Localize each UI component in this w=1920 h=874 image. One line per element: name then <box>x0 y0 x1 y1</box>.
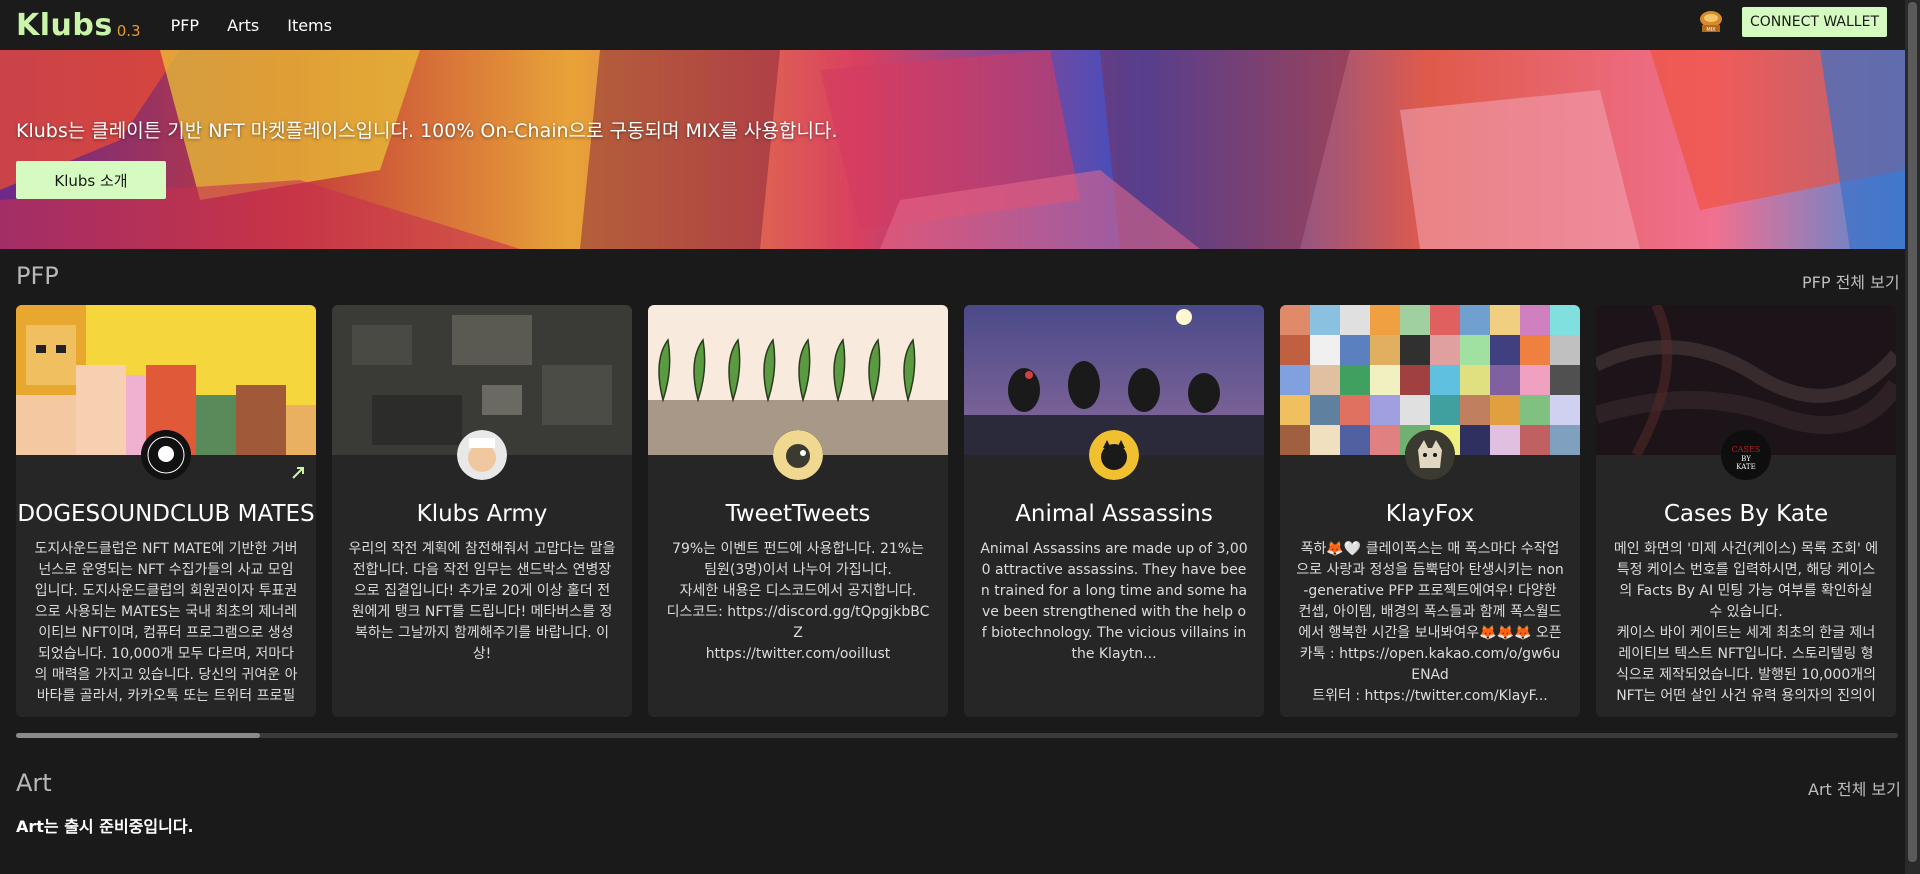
nav-pfp[interactable]: PFP <box>171 16 200 35</box>
klubs-intro-button[interactable]: Klubs 소개 <box>16 161 166 199</box>
card-title: Cases By Kate <box>1663 501 1829 527</box>
pfp-card-dogesoundclub[interactable]: DOGESOUNDCLUB MATES 도지사운드클럽은 NFT MATE에 기… <box>16 305 316 717</box>
connect-wallet-button[interactable]: CONNECT WALLET <box>1741 7 1887 37</box>
page-vertical-scrollbar[interactable] <box>1905 0 1920 874</box>
card-description: 메인 화면의 '미제 사건(케이스) 목록 조회' 에 특정 케이스 번호를 입… <box>1613 541 1879 704</box>
pfp-card-klubs-army[interactable]: Klubs Army 우리의 작전 계획에 참전해줘서 고맙다는 말을 전합니다… <box>332 305 632 717</box>
svg-text:BY: BY <box>1741 455 1751 463</box>
nav-items[interactable]: Items <box>287 16 332 35</box>
svg-text:MIX: MIX <box>1706 27 1716 33</box>
card-title: Animal Assassins <box>1015 501 1213 527</box>
card-title: KlayFox <box>1385 501 1475 527</box>
top-navigation-bar: Klubs 0.3 PFP Arts Items MIX CONNECT WAL… <box>0 0 1905 50</box>
nav-arts[interactable]: Arts <box>227 16 259 35</box>
art-section-title: Art <box>16 769 52 797</box>
card-description: 도지사운드클럽은 NFT MATE에 기반한 거버넌스로 운영되는 NFT 수집… <box>34 541 298 704</box>
animal-assassins-avatar <box>1089 430 1139 480</box>
page-scrollbar-thumb[interactable] <box>1908 2 1917 862</box>
mix-token-icon[interactable]: MIX <box>1696 7 1726 37</box>
card-description: 폭하🦊🤍 클레이폭스는 매 폭스마다 수작업으로 사랑과 정성을 듬뿍담아 탄생… <box>1296 541 1564 704</box>
pfp-card-animal-assassins[interactable]: Animal Assassins Animal Assassins are ma… <box>964 305 1264 717</box>
banner-artwork <box>0 50 1905 249</box>
card-description: 우리의 작전 계획에 참전해줘서 고맙다는 말을 전합니다. 다음 작전 임무는… <box>348 541 616 662</box>
card-title: Klubs Army <box>416 501 548 527</box>
card-description: 79%는 이벤트 펀드에 사용합니다. 21%는 팀원(3명)이서 나누어 가집… <box>666 541 930 662</box>
hero-banner: Klubs는 클레이튼 기반 NFT 마켓플레이스입니다. 100% On-Ch… <box>0 50 1905 249</box>
klubs-army-avatar <box>457 430 507 480</box>
pfp-card-cases-by-kate[interactable]: CASES BY KATE Cases By Kate 메인 화면의 '미제 사… <box>1596 305 1896 717</box>
tweettweets-avatar <box>773 430 823 480</box>
svg-text:CASES: CASES <box>1732 445 1761 454</box>
svg-text:KATE: KATE <box>1736 463 1755 471</box>
scrollbar-thumb[interactable] <box>16 733 260 738</box>
klubs-logo[interactable]: Klubs <box>16 8 113 43</box>
pfp-card-klayfox[interactable]: KlayFox 폭하🦊🤍 클레이폭스는 매 폭스마다 수작업으로 사랑과 정성을… <box>1280 305 1580 717</box>
klayfox-avatar <box>1405 430 1455 480</box>
version-label: 0.3 <box>116 22 141 40</box>
pfp-card-tweettweets[interactable]: TweetTweets 79%는 이벤트 펀드에 사용합니다. 21%는 팀원(… <box>648 305 948 717</box>
main-nav: PFP Arts Items <box>171 16 360 35</box>
pfp-view-all-link[interactable]: PFP 전체 보기 <box>1802 269 1900 293</box>
card-title: DOGESOUNDCLUB MATES <box>17 501 315 527</box>
cases-by-kate-avatar: CASES BY KATE <box>1721 430 1771 480</box>
external-link-icon[interactable] <box>290 465 306 481</box>
pfp-card-list: DOGESOUNDCLUB MATES 도지사운드클럽은 NFT MATE에 기… <box>16 305 1906 717</box>
card-description: Animal Assassins are made up of 3,000 at… <box>980 541 1248 662</box>
pfp-section-title: PFP <box>16 262 59 290</box>
dogesoundclub-avatar <box>141 430 191 480</box>
horizontal-scrollbar[interactable] <box>16 733 1898 738</box>
banner-description: Klubs는 클레이튼 기반 NFT 마켓플레이스입니다. 100% On-Ch… <box>16 120 838 142</box>
card-title: TweetTweets <box>725 501 871 527</box>
art-view-all-link[interactable]: Art 전체 보기 <box>1808 776 1901 800</box>
art-coming-soon-notice: Art는 출시 준비중입니다. <box>16 817 194 836</box>
